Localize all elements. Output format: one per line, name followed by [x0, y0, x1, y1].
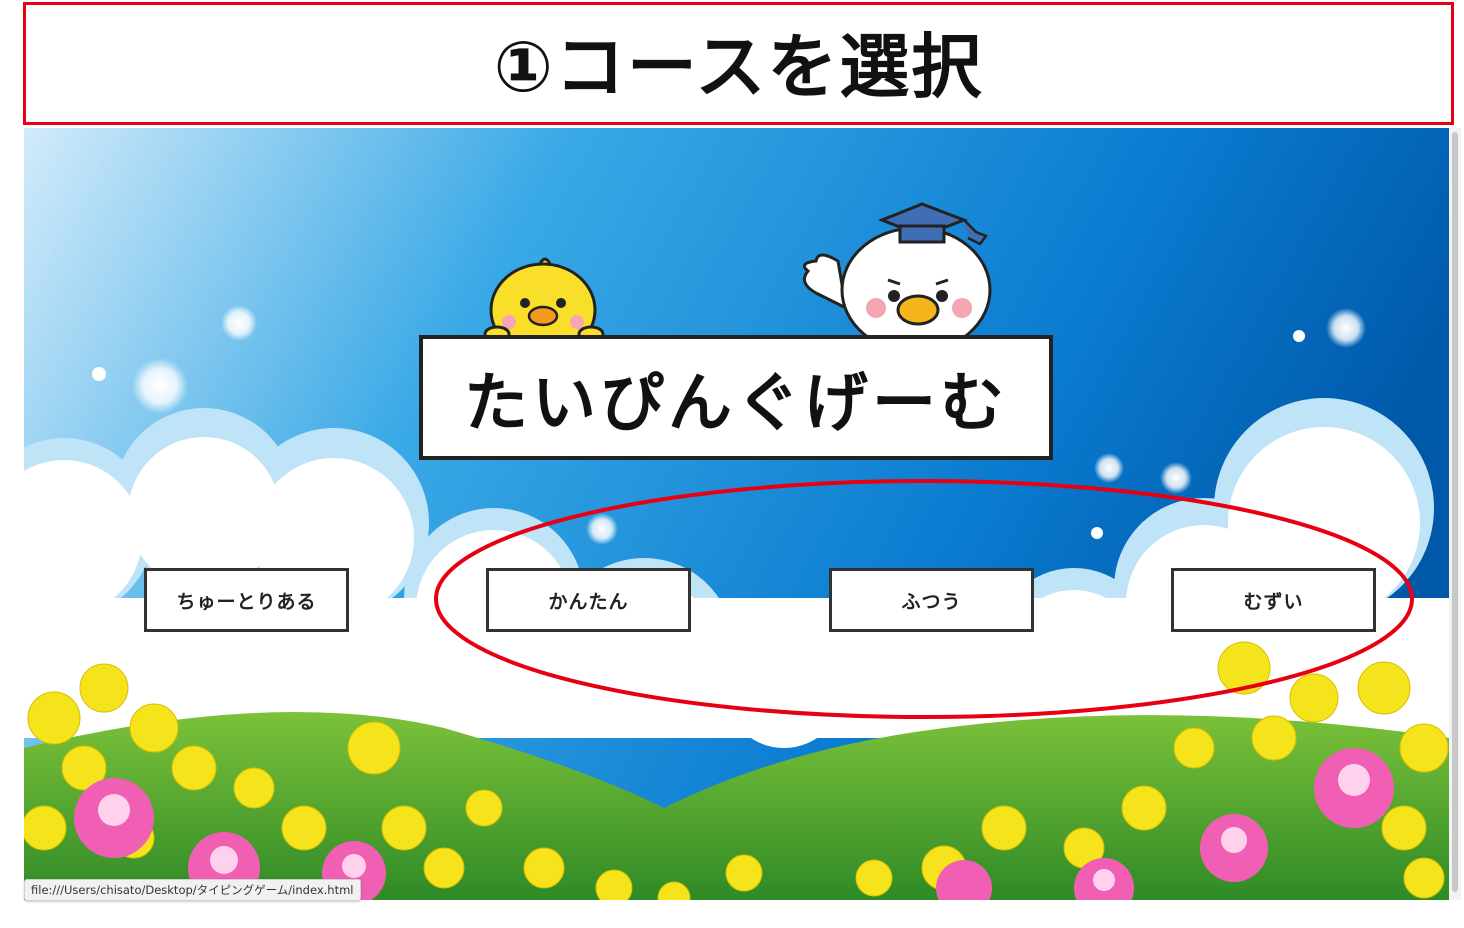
annotation-title: ①コースを選択 — [493, 26, 984, 108]
game-viewport: たいぴんぐげーむ ちゅーとりある かんたん ふつう むずい — [24, 128, 1449, 900]
course-button-normal[interactable]: ふつう — [829, 568, 1034, 632]
vertical-scrollbar[interactable] — [1449, 128, 1461, 900]
yellow-chick-icon — [483, 257, 605, 343]
game-title-board: たいぴんぐげーむ — [419, 335, 1053, 460]
scrollbar-thumb[interactable] — [1452, 132, 1458, 892]
white-bird-graduate-icon — [802, 202, 992, 355]
course-button-easy[interactable]: かんたん — [486, 568, 691, 632]
background-scene — [24, 128, 1449, 900]
game-title: たいぴんぐげーむ — [464, 366, 1008, 441]
status-bar-url: file:///Users/chisato/Desktop/タイピングゲーム/i… — [24, 879, 361, 901]
annotation-header: ①コースを選択 — [23, 2, 1454, 125]
course-button-hard[interactable]: むずい — [1171, 568, 1376, 632]
course-button-tutorial[interactable]: ちゅーとりある — [144, 568, 349, 632]
